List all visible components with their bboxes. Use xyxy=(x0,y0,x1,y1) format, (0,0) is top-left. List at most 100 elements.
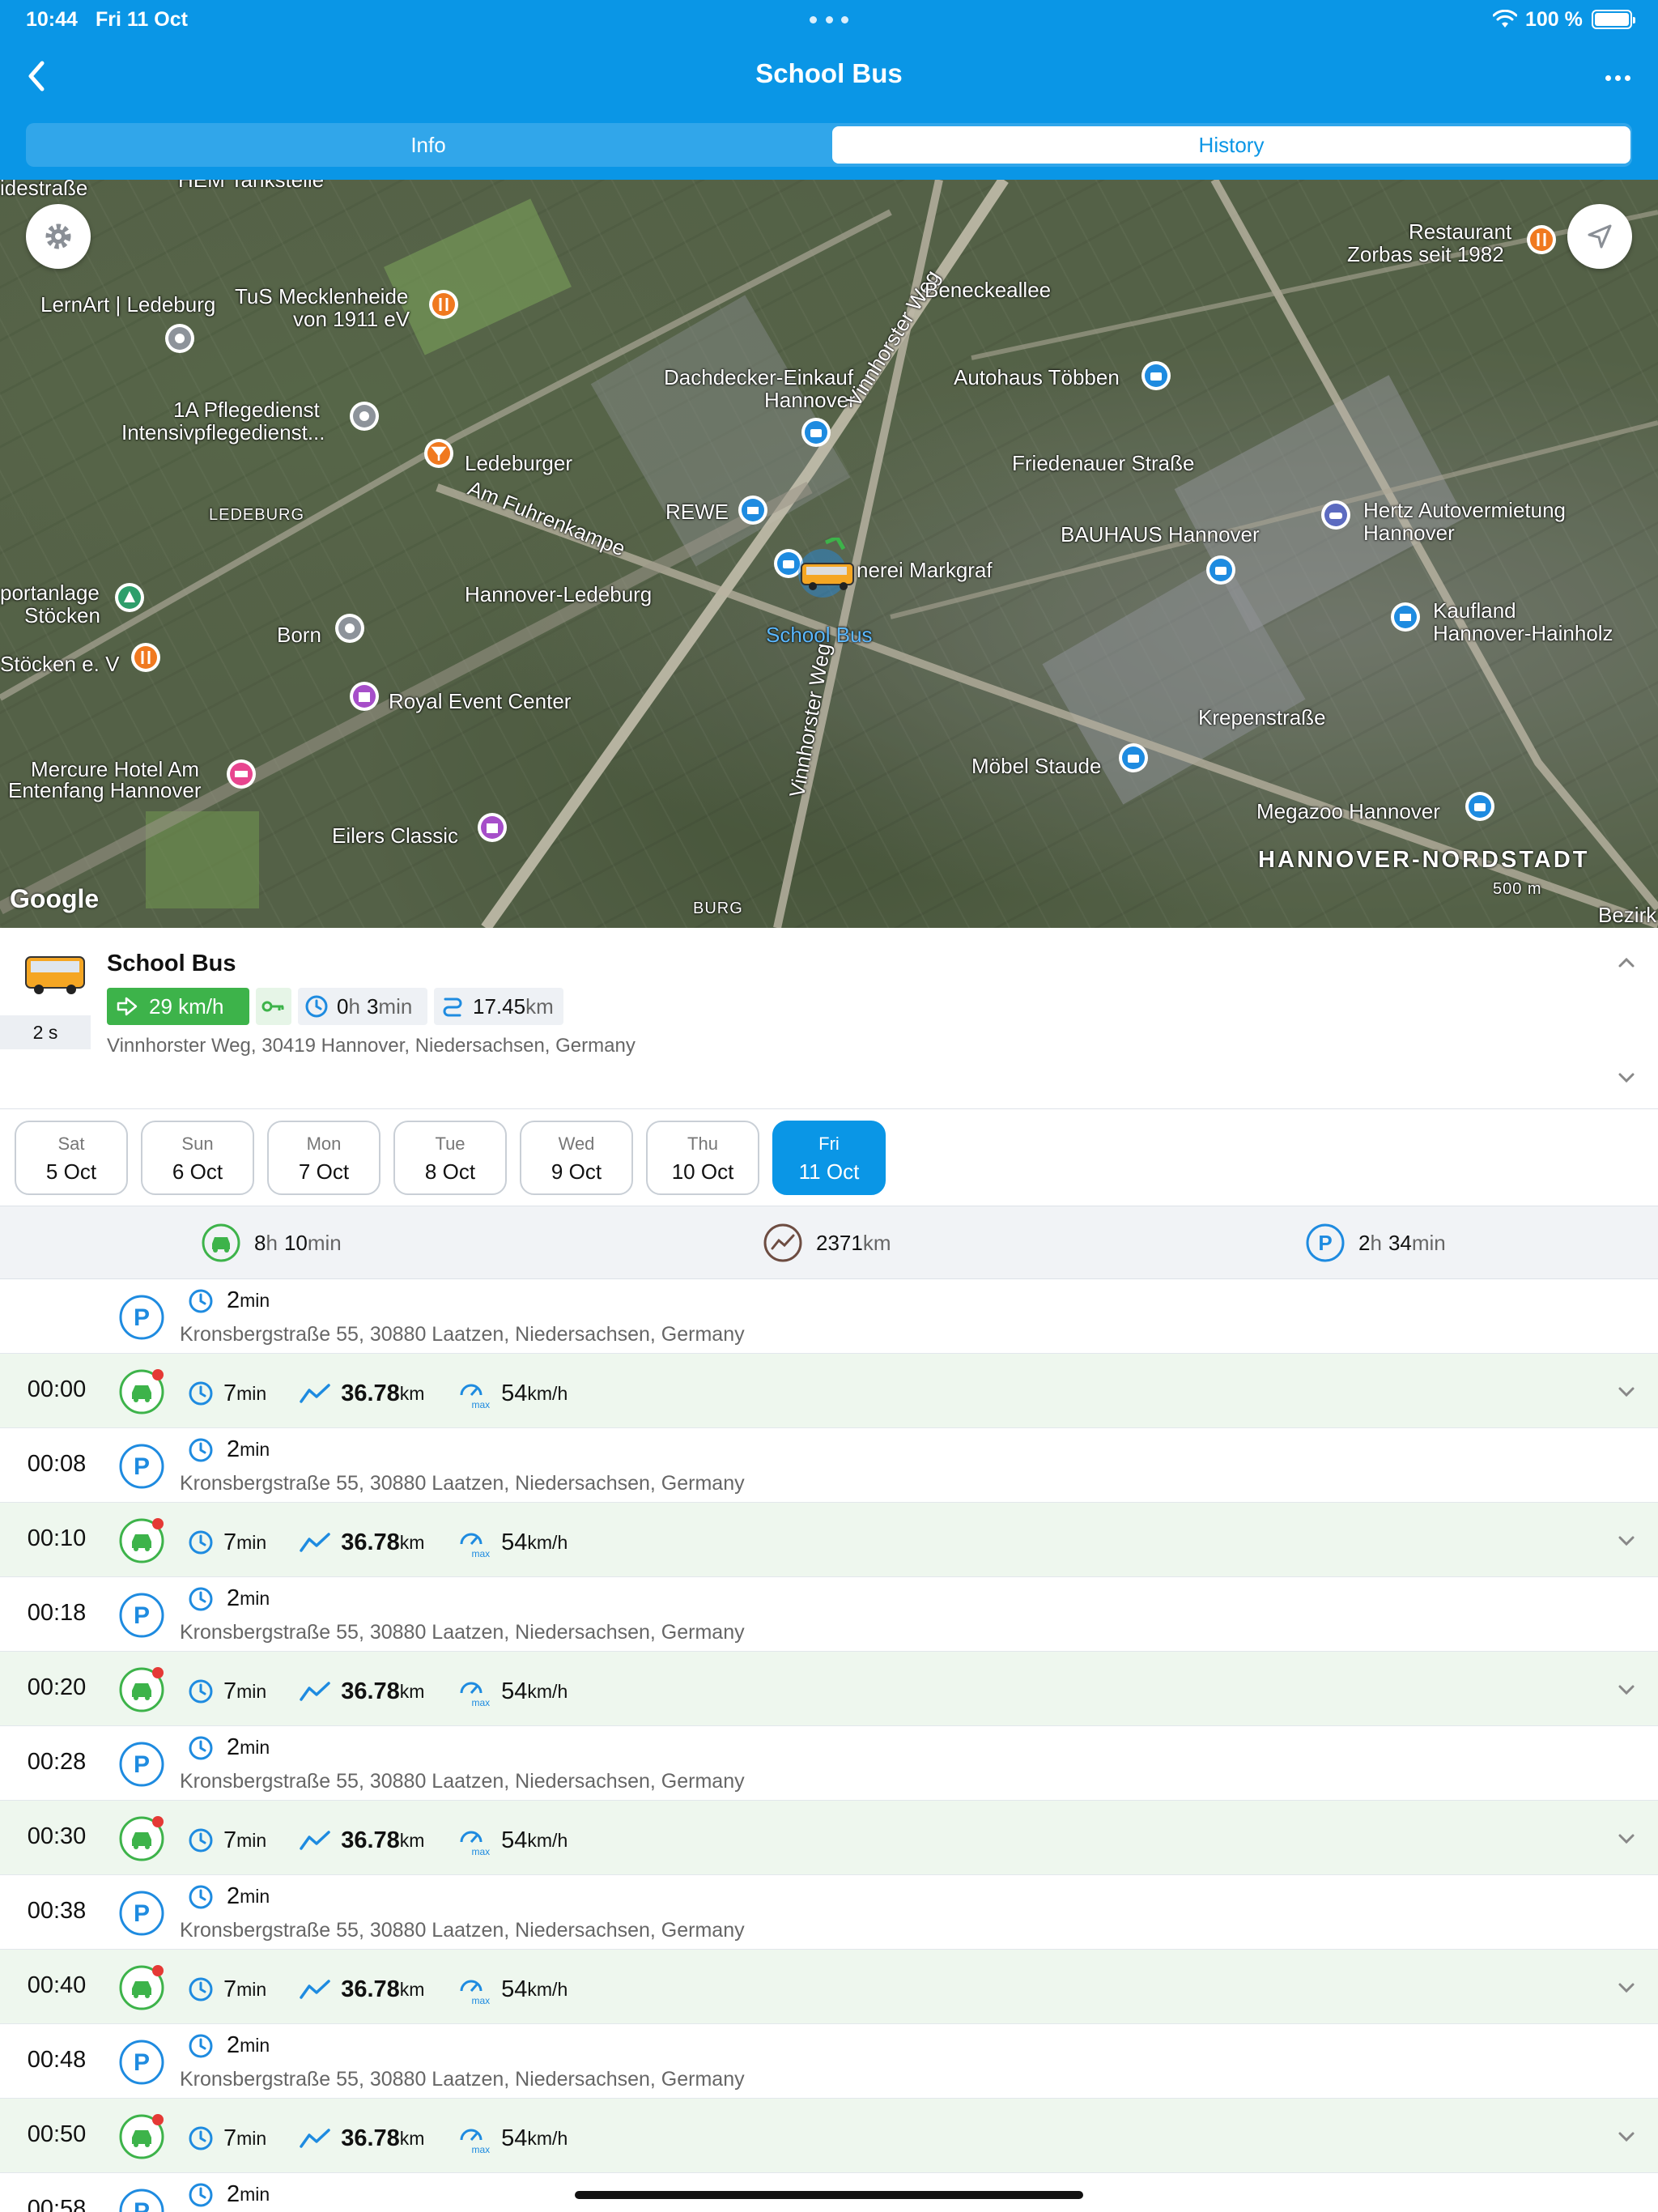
map-locate-button[interactable] xyxy=(1567,204,1632,269)
clock-icon xyxy=(189,2126,213,2150)
tab-history[interactable]: History xyxy=(832,126,1630,164)
max-speed-label: max xyxy=(471,1399,491,1410)
stop-row[interactable]: 00:18 P 2 min Kronsbergstraße 55, 30880 Laat… xyxy=(0,1577,1658,1652)
parking-minutes-unit: min xyxy=(1411,1230,1446,1255)
drive-duration-value: 7 xyxy=(223,1380,237,1406)
google-logo: Google xyxy=(10,884,100,913)
map-label: Hannover xyxy=(1363,521,1455,545)
poi-pin-icon[interactable] xyxy=(162,322,198,364)
day-pill[interactable]: Tue 8 Oct xyxy=(393,1121,507,1195)
map-settings-button[interactable] xyxy=(26,204,91,269)
stop-row[interactable]: 00:48 P 2 min Kronsbergstraße 55, 30880 Laat… xyxy=(0,2024,1658,2099)
map-view[interactable]: idestraße HEM Tankstelle LernArt | Ledeb… xyxy=(0,180,1658,928)
drive-row[interactable]: 00:00 7 min 36.78 km max 54 km/h xyxy=(0,1354,1658,1428)
drive-stats: 7 min 36.78 km max 54 km/h xyxy=(188,1376,568,1410)
max-speed-value: 54 xyxy=(501,2125,528,2151)
drive-row[interactable]: 00:40 7 min 36.78 km max 54 km/h xyxy=(0,1950,1658,2024)
tab-info[interactable]: Info xyxy=(29,126,827,164)
venue-pin-icon[interactable] xyxy=(346,680,382,722)
parking-icon: P xyxy=(119,2040,164,2085)
stop-row[interactable]: 00:08 P 2 min Kronsbergstraße 55, 30880 Laat… xyxy=(0,1428,1658,1503)
driving-minutes: 10 xyxy=(283,1230,308,1255)
chevron-down-icon[interactable] xyxy=(1614,1976,1639,2000)
car-icon xyxy=(202,1223,240,1262)
venue-pin-icon[interactable] xyxy=(474,811,510,853)
max-speed-unit: km/h xyxy=(527,2127,568,2149)
chevron-down-icon[interactable] xyxy=(1614,1529,1639,1553)
trip-timeline[interactable]: P 2 min Kronsbergstraße 55, 30880 Laatzen, … xyxy=(0,1279,1658,2212)
restaurant-pin-icon[interactable] xyxy=(128,641,164,683)
drive-row[interactable]: 00:10 7 min 36.78 km max 54 km/h xyxy=(0,1503,1658,1577)
shop-pin-icon[interactable] xyxy=(1203,554,1239,596)
day-pill[interactable]: Wed 9 Oct xyxy=(520,1121,633,1195)
chevron-down-icon[interactable] xyxy=(1614,1066,1639,1090)
speed-badge: 29 km/h xyxy=(107,988,249,1025)
row-time: 00:50 xyxy=(27,2121,87,2147)
row-time: 00:58 xyxy=(27,2196,87,2212)
restaurant-pin-icon[interactable] xyxy=(426,288,461,330)
drive-distance-value: 36.78 xyxy=(341,1529,400,1555)
shop-pin-icon[interactable] xyxy=(798,416,834,458)
stop-duration-value: 2 xyxy=(227,2181,240,2207)
poi-pin-icon[interactable] xyxy=(332,612,368,654)
vehicle-map-label[interactable]: School Bus xyxy=(766,623,873,646)
chevron-down-icon[interactable] xyxy=(1614,1678,1639,1702)
chevron-down-icon[interactable] xyxy=(1614,1380,1639,1404)
parking-hours-unit: h xyxy=(1370,1230,1382,1255)
gear-icon xyxy=(45,223,71,249)
vehicle-summary-panel[interactable]: 2 s School Bus 29 km/h 0 h 3 min 17.45 k… xyxy=(0,928,1658,1109)
stop-row[interactable]: 00:38 P 2 min Kronsbergstraße 55, 30880 Laat… xyxy=(0,1875,1658,1950)
stop-row[interactable]: P 2 min Kronsbergstraße 55, 30880 Laatzen, … xyxy=(0,1279,1658,1354)
shopping-pin-icon[interactable] xyxy=(735,494,771,536)
chevron-down-icon[interactable] xyxy=(1614,2125,1639,2149)
last-update-age: 2 s xyxy=(0,1015,91,1049)
drive-distance-unit: km xyxy=(399,1978,425,2000)
map-label: Beneckeallee xyxy=(925,278,1052,302)
map-label: Royal Event Center xyxy=(389,689,572,713)
map-label: von 1911 eV xyxy=(293,307,410,331)
chevron-down-icon[interactable] xyxy=(1614,1827,1639,1851)
shop-pin-icon[interactable] xyxy=(1116,742,1151,784)
bar-pin-icon[interactable] xyxy=(421,437,457,479)
stop-row[interactable]: 00:28 P 2 min Kronsbergstraße 55, 30880 Laat… xyxy=(0,1726,1658,1801)
stop-address: Kronsbergstraße 55, 30880 Laatzen, Niede… xyxy=(180,2068,745,2091)
day-pill[interactable]: Sun 6 Oct xyxy=(141,1121,254,1195)
driving-hours-unit: h xyxy=(266,1230,278,1255)
drive-row[interactable]: 00:20 7 min 36.78 km max 54 km/h xyxy=(0,1652,1658,1726)
vehicle-bus-marker-icon[interactable] xyxy=(785,538,866,598)
driving-minutes-unit: min xyxy=(307,1230,342,1255)
shopping-pin-icon[interactable] xyxy=(1388,601,1423,643)
car-rental-pin-icon[interactable] xyxy=(1318,499,1354,541)
map-label: Bezirk xyxy=(1598,903,1657,927)
parking-icon: P xyxy=(119,2189,164,2212)
poi-pin-icon[interactable] xyxy=(346,400,382,442)
drive-duration-unit: min xyxy=(236,1680,267,1702)
day-pill[interactable]: Sat 5 Oct xyxy=(15,1121,128,1195)
drive-row[interactable]: 00:30 7 min 36.78 km max 54 km/h xyxy=(0,1801,1658,1875)
more-options-button[interactable] xyxy=(1595,55,1640,100)
drive-row[interactable]: 00:50 7 min 36.78 km max 54 km/h xyxy=(0,2099,1658,2173)
shop-pin-icon[interactable] xyxy=(1138,359,1174,402)
duration-hours: 0 xyxy=(337,993,349,1019)
day-pill[interactable]: Fri 11 Oct xyxy=(772,1121,886,1195)
day-date: 6 Oct xyxy=(172,1159,223,1184)
home-indicator[interactable] xyxy=(575,2191,1083,2199)
shop-pin-icon[interactable] xyxy=(1462,790,1498,832)
total-distance: 2371 xyxy=(816,1230,863,1255)
day-pill[interactable]: Thu 10 Oct xyxy=(646,1121,759,1195)
navigation-arrow-icon xyxy=(1588,224,1612,249)
stop-duration: 2 min xyxy=(188,1883,270,1910)
hotel-pin-icon[interactable] xyxy=(223,758,259,800)
parking-hours: 2 xyxy=(1358,1230,1371,1255)
distance-unit: km xyxy=(525,993,554,1019)
multitasking-dots-icon[interactable] xyxy=(810,16,848,24)
chevron-up-icon[interactable] xyxy=(1614,951,1639,975)
map-label: Kaufland xyxy=(1433,598,1516,623)
restaurant-pin-icon[interactable] xyxy=(1524,223,1559,266)
drive-stats: 7 min 36.78 km max 54 km/h xyxy=(188,1823,568,1857)
clock-icon xyxy=(189,1289,213,1312)
drive-duration-unit: min xyxy=(236,1829,267,1851)
park-pin-icon[interactable] xyxy=(112,581,147,623)
stop-duration-unit: min xyxy=(240,1588,270,1609)
day-pill[interactable]: Mon 7 Oct xyxy=(267,1121,380,1195)
